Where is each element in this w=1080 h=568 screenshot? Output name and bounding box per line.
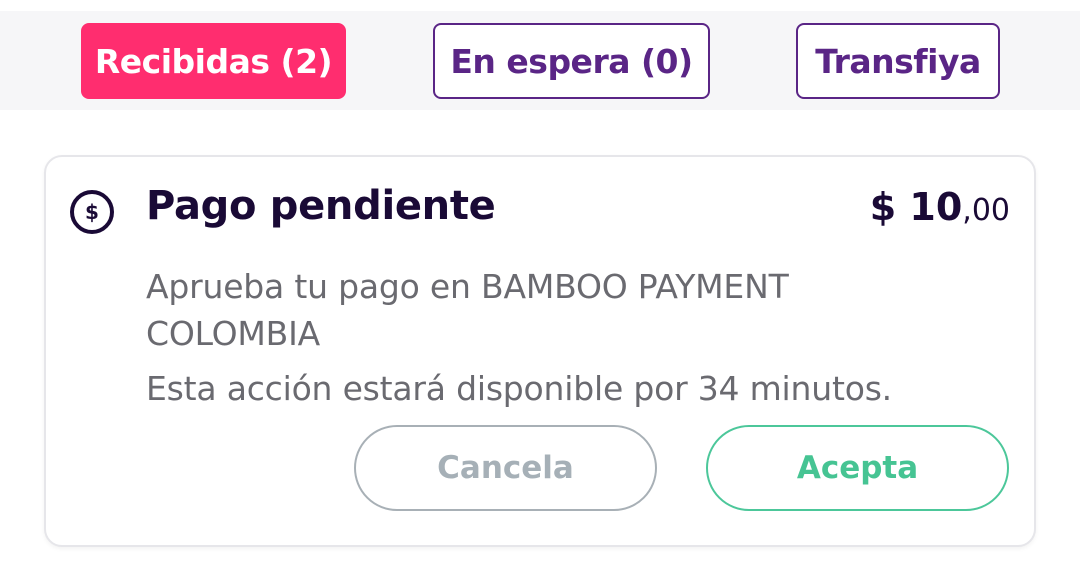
- amount-main: $ 10: [869, 185, 963, 229]
- pending-payment-card: $ Pago pendiente $ 10,00 Aprueba tu pago…: [44, 155, 1036, 547]
- amount-decimals: ,00: [962, 193, 1010, 228]
- accept-label: Acepta: [796, 450, 919, 486]
- tab-en-espera-label: En espera (0): [450, 41, 693, 81]
- payment-description: Aprueba tu pago en BAMBOO PAYMENT COLOMB…: [146, 267, 789, 353]
- dollar-glyph: $: [85, 200, 99, 224]
- payment-amount: $ 10,00: [870, 185, 1010, 229]
- tab-transfiya[interactable]: Transfiya: [796, 23, 1000, 99]
- tab-en-espera[interactable]: En espera (0): [433, 23, 710, 99]
- cancel-label: Cancela: [437, 450, 574, 486]
- availability-notice: Esta acción estará disponible por 34 min…: [146, 369, 892, 408]
- tab-transfiya-label: Transfiya: [815, 41, 981, 81]
- tab-recibidas[interactable]: Recibidas (2): [81, 23, 346, 99]
- tab-recibidas-label: Recibidas (2): [94, 41, 333, 81]
- tabs-bar: Recibidas (2) En espera (0) Transfiya: [0, 11, 1080, 110]
- accept-button[interactable]: Acepta: [706, 425, 1009, 511]
- payment-title: Pago pendiente: [146, 183, 496, 229]
- dollar-circle-icon: $: [70, 190, 114, 234]
- cancel-button[interactable]: Cancela: [354, 425, 657, 511]
